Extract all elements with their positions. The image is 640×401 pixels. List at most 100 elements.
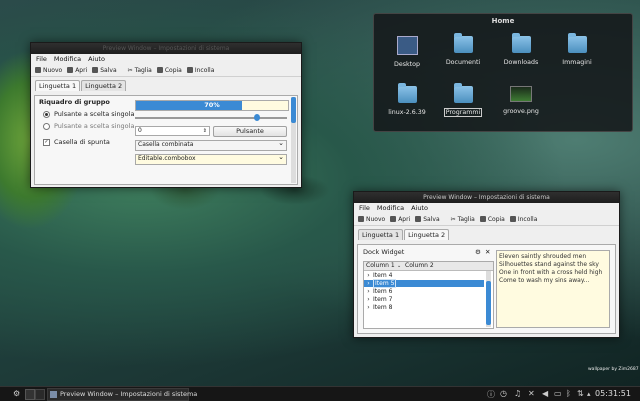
tray-expand-icon[interactable]: ▴ bbox=[587, 390, 591, 398]
linux-folder[interactable]: linux-2.6.39 bbox=[382, 83, 432, 116]
programmi-folder[interactable]: Programmi bbox=[438, 83, 488, 117]
expand-arrow-icon[interactable]: › bbox=[364, 280, 373, 287]
music-icon[interactable]: ♫ bbox=[514, 389, 521, 398]
menu-file[interactable]: File bbox=[36, 55, 47, 63]
tree-scrollbar[interactable] bbox=[486, 271, 491, 327]
text-line: Silhouettes stand against the sky bbox=[499, 261, 599, 268]
new-button[interactable]: Nuovo bbox=[358, 216, 385, 223]
paste-button[interactable]: Incolla bbox=[509, 216, 537, 223]
toolbar: Nuovo Apri Salva ✂ Taglia Copia Incolla bbox=[354, 213, 619, 226]
radio-button-2[interactable] bbox=[43, 123, 50, 130]
application-launcher-icon[interactable]: ⚙ bbox=[13, 389, 20, 398]
column-header-1-arrow-icon: ⌄ bbox=[397, 263, 402, 269]
menu-modifica[interactable]: Modifica bbox=[377, 204, 404, 212]
image-file-icon bbox=[510, 86, 532, 102]
tree-view: Column 1 ⌄ Column 2 › Item 4 › Item 5 › Item … bbox=[363, 261, 494, 329]
menu-modifica[interactable]: Modifica bbox=[54, 55, 81, 63]
window-titlebar[interactable]: Preview Window – Impostazioni di sistema bbox=[31, 43, 301, 54]
dock-widget-title: Dock Widget bbox=[363, 248, 405, 256]
tools-icon[interactable]: ✕ bbox=[528, 389, 535, 398]
radio-button-1[interactable] bbox=[43, 111, 50, 118]
tab-panel: Dock Widget ⚙ ✕ Column 1 ⌄ Column 2 › Ite… bbox=[357, 244, 616, 334]
documenti-folder[interactable]: Documenti bbox=[438, 33, 488, 66]
tree-item-label: Item 5 bbox=[373, 279, 397, 288]
editable-combo-box[interactable]: Editable.combobox bbox=[135, 154, 287, 165]
push-button[interactable]: Pulsante bbox=[213, 126, 287, 137]
expand-arrow-icon[interactable]: › bbox=[364, 272, 373, 279]
tab-linguetta-2[interactable]: Linguetta 2 bbox=[404, 229, 450, 240]
expand-arrow-icon[interactable]: › bbox=[364, 296, 373, 303]
text-line: One in front with a cross held high bbox=[499, 269, 603, 276]
pager-desktop-1[interactable] bbox=[25, 389, 35, 400]
save-button[interactable]: Salva bbox=[92, 67, 117, 74]
column-header-2[interactable]: Column 2 bbox=[405, 262, 434, 270]
open-button[interactable]: Apri bbox=[390, 216, 410, 223]
menu-aiuto[interactable]: Aiuto bbox=[411, 204, 428, 212]
save-button[interactable]: Salva bbox=[415, 216, 440, 223]
window-titlebar[interactable]: Preview Window – Impostazioni di sistema bbox=[354, 192, 619, 203]
tree-row[interactable]: › Item 7 bbox=[364, 296, 484, 303]
slider-groove bbox=[135, 117, 287, 119]
text-line: Come to wash my sins away... bbox=[499, 277, 590, 284]
slider-handle[interactable] bbox=[253, 114, 260, 121]
paste-button[interactable]: Incolla bbox=[186, 67, 214, 74]
copy-button[interactable]: Copia bbox=[156, 67, 182, 74]
scrollbar-thumb[interactable] bbox=[486, 281, 491, 325]
task-label: Preview Window – Impostazioni di sistema bbox=[60, 390, 198, 398]
info-icon[interactable]: ⓘ bbox=[487, 389, 495, 400]
tree-row[interactable]: › Item 6 bbox=[364, 288, 484, 295]
immagini-folder[interactable]: Immagini bbox=[552, 33, 602, 66]
menu-file[interactable]: File bbox=[359, 204, 370, 212]
column-header-1[interactable]: Column 1 bbox=[366, 262, 395, 270]
desktop-folder[interactable]: Desktop bbox=[382, 36, 432, 68]
downloads-folder[interactable]: Downloads bbox=[496, 33, 546, 66]
wallpaper-credit: wallpaper by Zim2687 bbox=[588, 367, 639, 372]
network-icon[interactable]: ⇅ bbox=[577, 389, 584, 398]
folder-icon bbox=[453, 33, 473, 53]
folder-icon bbox=[567, 33, 587, 53]
copy-icon bbox=[156, 67, 163, 73]
toolbar: Nuovo Apri Salva ✂ Taglia Copia Incolla bbox=[31, 64, 301, 77]
paste-icon bbox=[509, 216, 516, 222]
tree-row[interactable]: › Item 4 bbox=[364, 272, 484, 279]
spin-box[interactable]: 0 ⇕ bbox=[135, 126, 210, 136]
groove-file[interactable]: groove.png bbox=[496, 86, 546, 115]
copy-button[interactable]: Copia bbox=[479, 216, 505, 223]
scrollbar-thumb[interactable] bbox=[291, 97, 296, 123]
menu-bar: File Modifica Aiuto bbox=[354, 203, 619, 213]
dock-float-icon[interactable]: ⚙ bbox=[475, 248, 481, 256]
tree-row[interactable]: › Item 5 bbox=[364, 279, 484, 288]
text-line: Eleven saintly shrouded men bbox=[499, 253, 587, 260]
tab-linguetta-1[interactable]: Linguetta 1 bbox=[358, 229, 404, 240]
expand-arrow-icon[interactable]: › bbox=[364, 304, 373, 311]
folder-tray-icon[interactable]: ▭ bbox=[554, 389, 562, 398]
menu-aiuto[interactable]: Aiuto bbox=[88, 55, 105, 63]
checkbox[interactable]: ✓ bbox=[43, 139, 50, 146]
copy-icon bbox=[479, 216, 486, 222]
new-button[interactable]: Nuovo bbox=[35, 67, 62, 74]
volume-icon[interactable]: ◀ bbox=[542, 389, 548, 398]
pager-desktop-2[interactable] bbox=[35, 389, 45, 400]
clock-icon[interactable]: ◷ bbox=[500, 389, 507, 398]
cut-button[interactable]: ✂ Taglia bbox=[451, 216, 475, 223]
new-icon bbox=[358, 216, 364, 222]
open-button[interactable]: Apri bbox=[67, 67, 87, 74]
progress-label: 70% bbox=[204, 101, 220, 109]
vertical-scrollbar[interactable] bbox=[291, 97, 296, 183]
tree-row[interactable]: › Item 8 bbox=[364, 304, 484, 311]
cut-button[interactable]: ✂ Taglia bbox=[128, 67, 152, 74]
tab-bar: Linguetta 1 Linguetta 2 bbox=[354, 229, 619, 240]
text-edit[interactable]: Eleven saintly shrouded men Silhouettes … bbox=[496, 250, 610, 328]
tab-linguetta-2[interactable]: Linguetta 2 bbox=[81, 80, 127, 91]
clock[interactable]: 05:31:51 bbox=[595, 389, 631, 398]
slider[interactable] bbox=[135, 114, 287, 121]
combo-box[interactable]: Casella combinata bbox=[135, 140, 287, 151]
preview-window-2: Preview Window – Impostazioni di sistema… bbox=[353, 191, 620, 338]
bluetooth-icon[interactable]: ᛒ bbox=[566, 389, 571, 398]
dock-close-icon[interactable]: ✕ bbox=[485, 248, 490, 256]
folder-icon bbox=[453, 83, 473, 103]
task-button[interactable]: Preview Window – Impostazioni di sistema bbox=[47, 388, 197, 401]
expand-arrow-icon[interactable]: › bbox=[364, 288, 373, 295]
tab-linguetta-1[interactable]: Linguetta 1 bbox=[35, 80, 81, 91]
folder-icon bbox=[511, 33, 531, 53]
